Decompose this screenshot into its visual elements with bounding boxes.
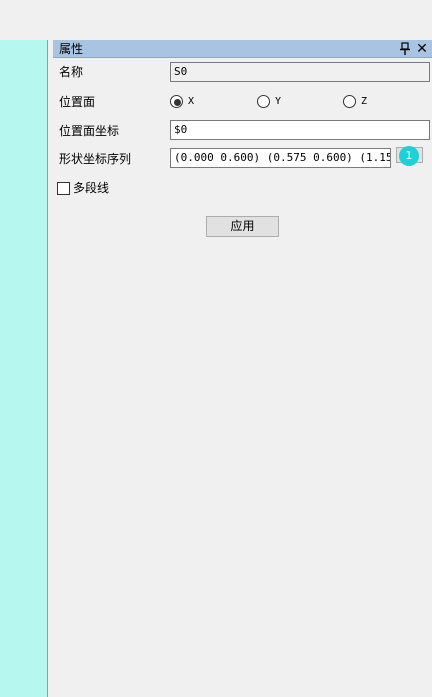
name-field[interactable]: S0: [170, 62, 430, 82]
polyline-label: 多段线: [73, 181, 110, 195]
name-label: 名称: [59, 65, 84, 79]
panel-title: 属性: [59, 42, 84, 56]
polyline-checkbox[interactable]: [57, 182, 70, 195]
left-pane[interactable]: [0, 40, 48, 697]
apply-button[interactable]: 应用: [206, 216, 279, 237]
properties-panel: 属性 ✕ 名称 S0 位置面 X Y Z 位置面坐标 $0 形状坐标序列 (0.…: [53, 40, 432, 697]
top-strip: [0, 0, 432, 40]
panel-titlebar: 属性 ✕: [53, 40, 432, 58]
radio-label-x: X: [188, 96, 195, 107]
radio-selected-dot: [174, 99, 181, 106]
shape-field[interactable]: (0.000 0.600) (0.575 0.600) (1.150 0: [170, 148, 391, 168]
pin-icon[interactable]: [399, 42, 411, 56]
notification-badge: 1: [399, 146, 419, 166]
plane-coord-field[interactable]: $0: [170, 120, 430, 140]
plane-coord-label: 位置面坐标: [59, 124, 120, 138]
close-icon[interactable]: ✕: [415, 40, 429, 58]
radio-label-z: Z: [361, 96, 368, 107]
shape-label: 形状坐标序列: [59, 152, 132, 166]
radio-label-y: Y: [275, 96, 282, 107]
plane-label: 位置面: [59, 95, 96, 109]
